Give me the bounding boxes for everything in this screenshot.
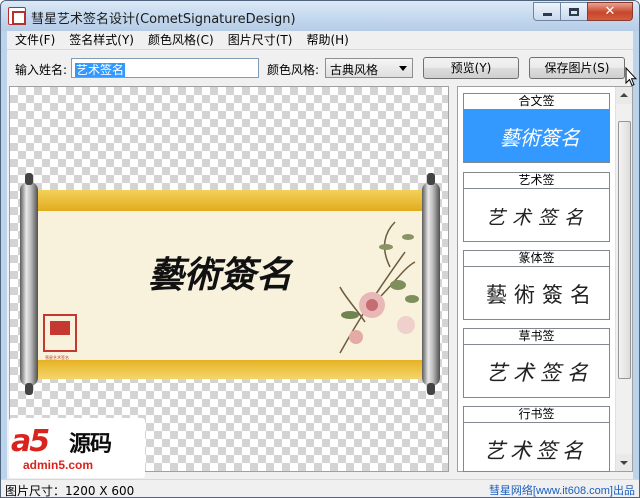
image-size-status: 图片尺寸：1200 X 600 [5,484,135,498]
left-rod-cap-top [25,173,33,185]
menu-color-style[interactable]: 颜色风格(C) [142,31,220,49]
scroll-bottom-border [38,359,422,379]
left-rod-cap-bottom [25,383,33,395]
signature-canvas: 藝術簽名 彗星艺术签名 [9,86,449,472]
scroll-down-arrow-icon[interactable] [616,454,632,471]
style-card-preview: 藝術簽名 [464,110,609,162]
menu-bar: 文件(F) 签名样式(Y) 颜色风格(C) 图片尺寸(T) 帮助(H) [7,31,633,50]
status-bar: 图片尺寸：1200 X 600 彗星网络[www.it608.com]出品 [1,479,639,497]
name-input[interactable]: 艺术签名 [71,58,259,78]
name-input-value: 艺术签名 [75,63,126,77]
app-seal-icon [8,7,26,25]
right-rod-cap-bottom [427,383,435,395]
style-card-preview: 艺术签名 [464,423,609,471]
scroll-thumb[interactable] [618,121,631,379]
style-card-artistic[interactable]: 艺术签 艺术签名 [463,172,610,242]
window-controls: ✕ [533,2,633,22]
style-card-label: 合文签 [464,94,609,110]
signature-style-list: 合文签 藝術簽名 艺术签 艺术签名 篆体签 藝術簽名 草书签 艺术签名 行书签 … [457,86,633,472]
maximize-icon [569,7,579,16]
minimize-button[interactable] [533,2,560,21]
style-sample-text: 艺术签名 [484,439,588,463]
style-sample-text: 艺术签名 [486,361,594,385]
style-card-label: 草书签 [464,329,609,345]
name-label: 输入姓名: [15,63,68,77]
style-card-label: 艺术签 [464,173,609,189]
chevron-down-icon [399,66,407,71]
style-card-seal-script[interactable]: 篆体签 藝術簽名 [463,250,610,320]
title-bar[interactable]: 彗星艺术签名设计(CometSignatureDesign) ✕ [1,1,639,31]
right-rod-cap-top [427,173,435,185]
mouse-cursor-icon [625,67,637,87]
menu-signature-style[interactable]: 签名样式(Y) [63,31,140,49]
save-image-button[interactable]: 保存图片(S) [529,57,625,79]
style-card-cursive[interactable]: 草书签 艺术签名 [463,328,610,398]
color-style-label: 颜色风格: [267,63,320,77]
style-card-running-script[interactable]: 行书签 艺术签名 [463,406,610,472]
credit-link[interactable]: 彗星网络[www.it608.com]出品 [489,482,635,497]
style-card-preview: 艺术签名 [464,345,609,397]
menu-help[interactable]: 帮助(H) [300,31,354,49]
style-sample-text: 藝術簽名 [500,126,580,150]
right-rod [422,182,440,386]
close-button[interactable]: ✕ [587,2,633,21]
left-rod [20,182,38,386]
style-list-scrollbar[interactable] [615,87,632,471]
preview-button[interactable]: 预览(Y) [423,57,519,79]
scroll-up-arrow-icon[interactable] [616,87,632,104]
menu-file[interactable]: 文件(F) [9,31,61,49]
window-title: 彗星艺术签名设计(CometSignatureDesign) [31,12,296,27]
seal-text: 彗星艺术签名 [45,355,69,360]
scroll-artwork: 藝術簽名 [20,173,440,395]
app-window: 彗星艺术签名设计(CometSignatureDesign) ✕ 文件(F) 签… [0,0,640,498]
maximize-button[interactable] [560,2,587,21]
color-style-value: 古典风格 [330,63,379,77]
minimize-icon [542,13,552,16]
close-icon: ✕ [604,4,616,19]
watermark-brand-cn: 源码 [69,432,112,457]
watermark-url: admin5.com [23,458,94,472]
style-sample-text: 艺术签名 [486,207,591,229]
style-sample-text: 藝術簽名 [486,283,598,307]
style-card-label: 篆体签 [464,251,609,267]
style-card-preview: 藝術簽名 [464,267,609,319]
menu-image-size[interactable]: 图片尺寸(T) [222,31,299,49]
style-card-combined[interactable]: 合文签 藝術簽名 [463,93,610,163]
style-card-label: 行书签 [464,407,609,423]
scroll-top-border [38,190,422,212]
signature-text: 藝術簽名 [148,254,294,296]
watermark-brand: a5 [11,424,50,459]
toolbar: 输入姓名: 艺术签名 颜色风格: 古典风格 预览(Y) 保存图片(S) [7,51,633,83]
watermark-logo: a5 源码 admin5.com [9,418,145,478]
style-card-preview: 艺术签名 [464,189,609,241]
color-style-select[interactable]: 古典风格 [325,58,413,78]
